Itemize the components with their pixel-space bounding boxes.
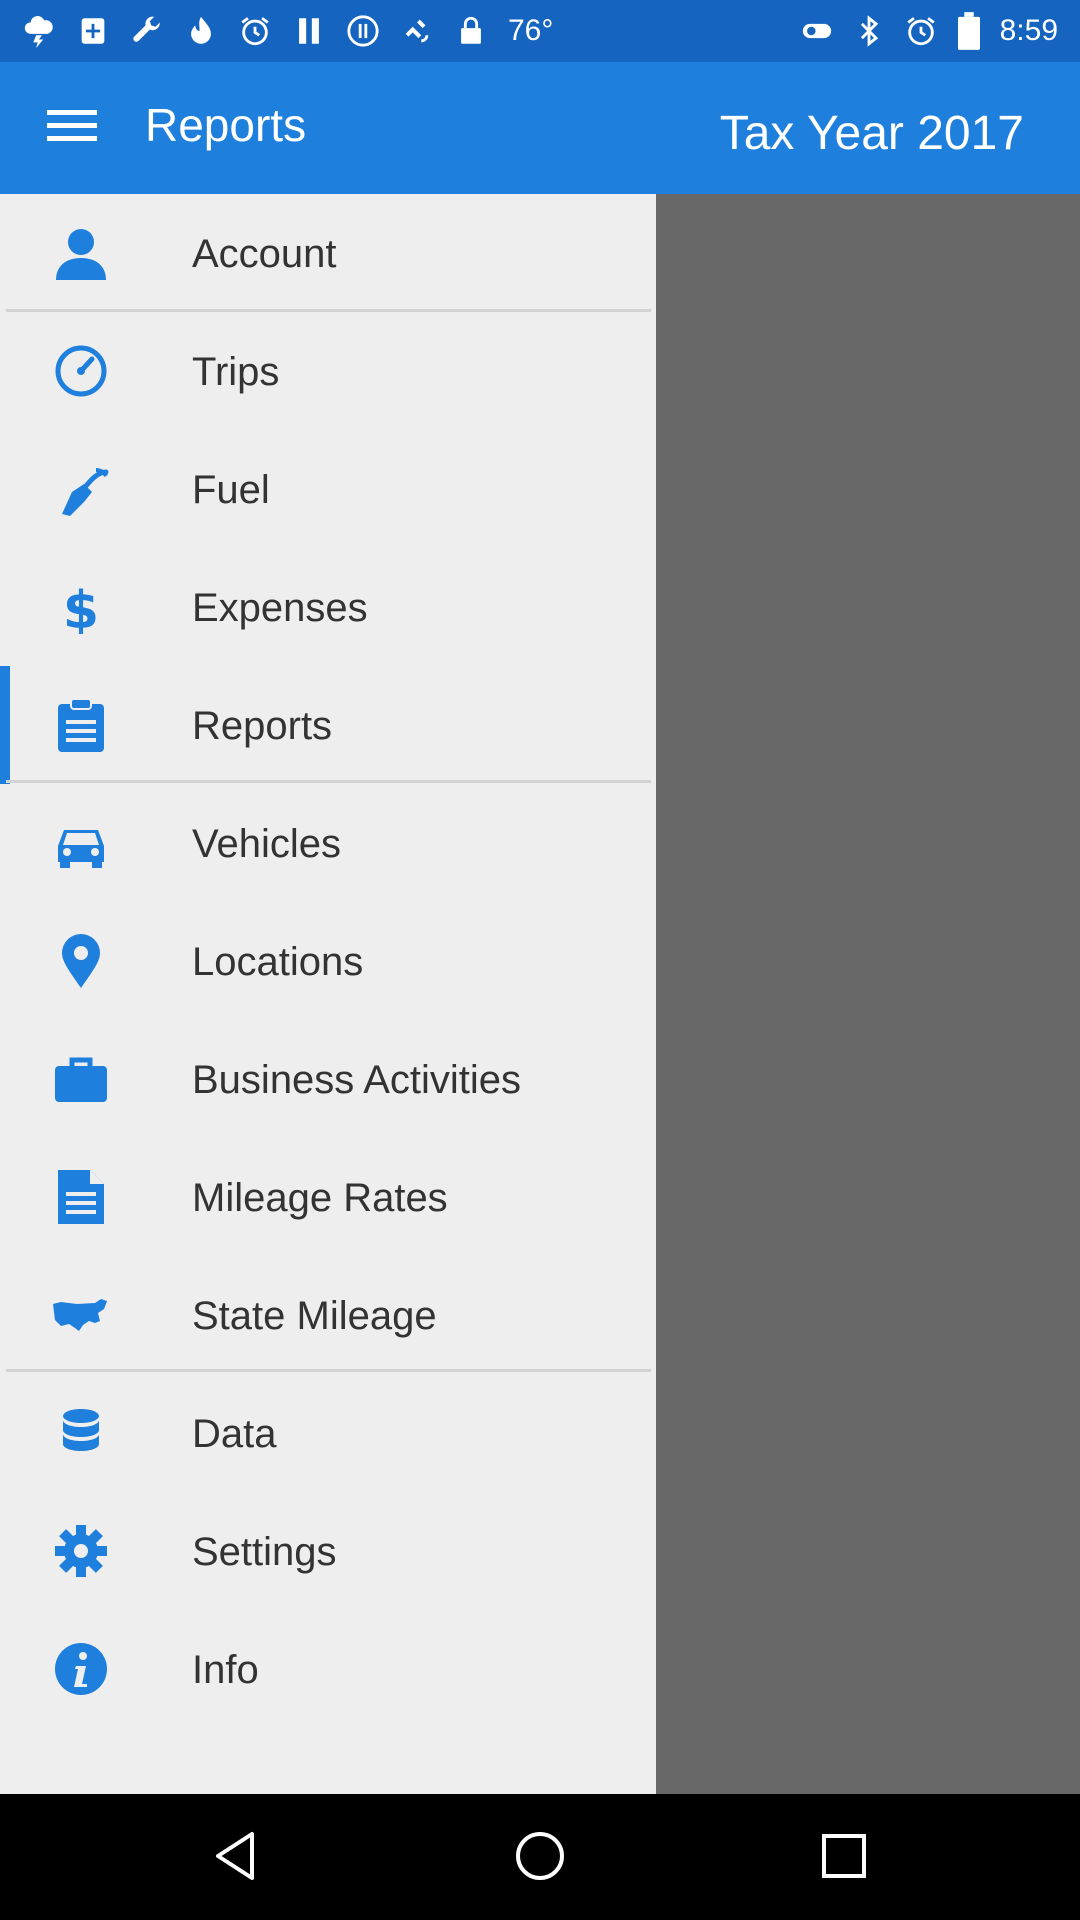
drawer-item-fuel[interactable]: Fuel	[0, 430, 656, 548]
drawer-item-reports[interactable]: Reports	[0, 666, 656, 784]
drawer-item-data[interactable]: Data	[0, 1374, 656, 1492]
drawer-item-business-activities[interactable]: Business Activities	[0, 1020, 656, 1138]
drawer-item-settings[interactable]: Settings	[0, 1492, 656, 1610]
drawer-item-label: Info	[192, 1648, 259, 1692]
flame-icon	[184, 14, 218, 48]
drawer-item-state-mileage[interactable]: State Mileage	[0, 1256, 656, 1374]
back-icon	[208, 1826, 268, 1891]
hamburger-icon	[47, 108, 97, 149]
clipboard-icon	[52, 698, 110, 752]
speedometer-icon	[52, 344, 110, 398]
drawer-item-label: Vehicles	[192, 822, 341, 866]
drawer-item-label: Reports	[192, 704, 333, 748]
drawer-item-label: Data	[192, 1412, 277, 1456]
menu-button[interactable]	[30, 90, 114, 166]
drawer-item-mileage-rates[interactable]: Mileage Rates	[0, 1138, 656, 1256]
drawer-item-label: Settings	[192, 1530, 337, 1574]
app-bar: Reports Tax Year 2017	[0, 62, 1080, 194]
battery-icon	[956, 12, 982, 50]
clock: 8:59	[999, 14, 1058, 47]
drawer-item-vehicles[interactable]: Vehicles	[0, 784, 656, 902]
system-navigation-bar	[0, 1794, 1080, 1920]
info-icon	[52, 1642, 110, 1696]
car-icon	[52, 816, 110, 870]
recents-button[interactable]	[804, 1818, 884, 1898]
drawer-item-locations[interactable]: Locations	[0, 902, 656, 1020]
drawer-item-label: Account	[192, 232, 337, 276]
document-icon	[52, 1170, 110, 1224]
drawer-item-trips[interactable]: Trips	[0, 312, 656, 430]
briefcase-icon	[52, 1052, 110, 1106]
divider	[6, 1369, 651, 1372]
tax-year-selector[interactable]: Tax Year 2017	[720, 106, 1024, 161]
home-icon	[510, 1826, 570, 1891]
database-icon	[52, 1406, 110, 1460]
pause-icon	[292, 14, 326, 48]
drawer-item-expenses[interactable]: $ Expenses	[0, 548, 656, 666]
back-button[interactable]	[198, 1818, 278, 1898]
navigation-drawer: Account Trips Fuel $ Expenses Reports Ve…	[0, 194, 656, 1794]
drawer-item-label: Trips	[192, 350, 280, 394]
svg-text:$: $	[63, 581, 99, 634]
drawer-item-label: Fuel	[192, 468, 270, 512]
drawer-item-account[interactable]: Account	[0, 194, 656, 312]
usa-map-icon	[52, 1288, 110, 1342]
drawer-item-info[interactable]: Info	[0, 1610, 656, 1728]
alarm-icon	[238, 14, 272, 48]
home-button[interactable]	[500, 1818, 580, 1898]
gear-icon	[52, 1524, 110, 1578]
dollar-icon: $	[52, 580, 110, 634]
toggle-icon	[800, 14, 834, 48]
drawer-item-label: Expenses	[192, 586, 368, 630]
page-title: Reports	[145, 99, 307, 151]
recents-icon	[814, 1826, 874, 1891]
pause-circle-icon	[346, 14, 380, 48]
drawer-item-label: Mileage Rates	[192, 1176, 448, 1220]
map-pin-icon	[52, 934, 110, 988]
lock-icon	[454, 14, 488, 48]
person-icon	[52, 226, 110, 280]
fake-gps-icon	[400, 14, 434, 48]
drawer-item-label: State Mileage	[192, 1294, 437, 1338]
drawer-item-label: Locations	[192, 940, 364, 984]
bluetooth-icon	[852, 14, 886, 48]
wrench-icon	[130, 14, 164, 48]
medical-icon	[76, 14, 110, 48]
drawer-item-label: Business Activities	[192, 1058, 522, 1102]
temperature: 76°	[508, 14, 554, 47]
alarm-icon	[904, 14, 938, 48]
fuel-nozzle-icon	[52, 462, 110, 516]
status-bar: 76° 8:59	[0, 0, 1080, 62]
weather-icon	[22, 14, 56, 48]
divider	[6, 780, 651, 783]
